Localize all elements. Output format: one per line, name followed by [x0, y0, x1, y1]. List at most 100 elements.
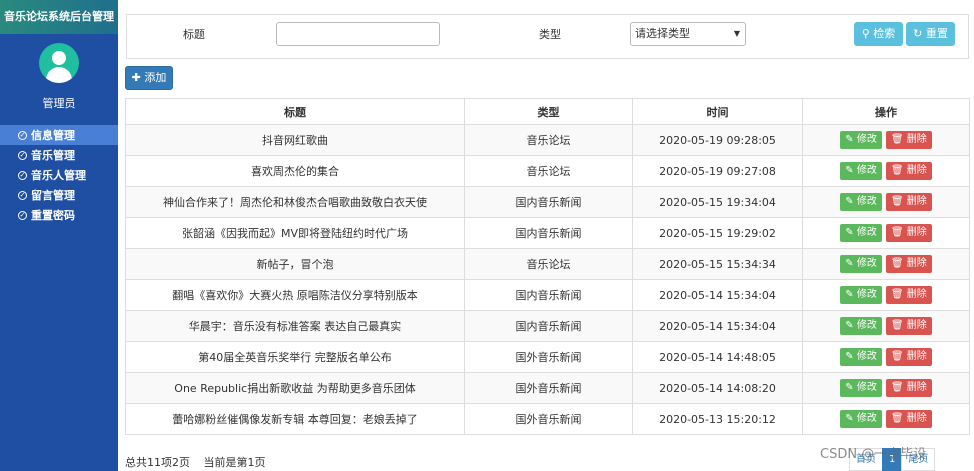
edit-button[interactable]: ✎ 修改: [840, 162, 882, 180]
cell-title: One Republic捐出新歌收益 为帮助更多音乐团体: [125, 372, 465, 404]
delete-button[interactable]: 🗑 删除: [885, 317, 932, 335]
title-search-input[interactable]: [276, 22, 440, 46]
check-circle-icon: ✓: [18, 210, 27, 220]
cell-time: 2020-05-19 09:27:08: [632, 155, 803, 187]
check-circle-icon: ✓: [18, 170, 27, 180]
cell-actions: ✎ 修改 🗑 删除: [802, 279, 970, 311]
cell-actions: ✎ 修改 🗑 删除: [802, 217, 970, 249]
table-row: 翻唱《喜欢你》大赛火热 原唱陈洁仪分享特别版本 国内音乐新闻 2020-05-14 …: [125, 279, 970, 311]
sidebar-item-info[interactable]: ✓ 信息管理: [0, 125, 118, 145]
sidebar-item-musician[interactable]: ✓ 音乐人管理: [0, 165, 118, 185]
sidebar-item-messages[interactable]: ✓ 留言管理: [0, 185, 118, 205]
edit-icon: ✎: [845, 196, 854, 207]
reset-button[interactable]: ↻ 重置: [906, 22, 955, 46]
edit-button-label: 修改: [856, 227, 877, 238]
page-1-button[interactable]: 1: [882, 448, 903, 471]
sidebar-item-label: 重置密码: [31, 209, 75, 222]
trash-icon: 🗑: [890, 196, 904, 207]
cell-type: 音乐论坛: [464, 155, 633, 187]
edit-button-label: 修改: [856, 134, 877, 145]
add-button[interactable]: ✚ 添加: [125, 66, 173, 90]
table-row: 新帖子，冒个泡 音乐论坛 2020-05-15 15:34:34 ✎ 修改 🗑 删除: [125, 248, 970, 280]
cell-actions: ✎ 修改 🗑 删除: [802, 341, 970, 373]
delete-button[interactable]: 🗑 删除: [885, 162, 932, 180]
cell-type: 音乐论坛: [464, 124, 633, 156]
column-header-title: 标题: [125, 98, 465, 125]
cell-actions: ✎ 修改 🗑 删除: [802, 310, 970, 342]
sidebar-item-label: 音乐人管理: [31, 169, 86, 182]
search-button-label: 检索: [873, 27, 896, 40]
cell-title: 新帖子，冒个泡: [125, 248, 465, 280]
edit-button[interactable]: ✎ 修改: [840, 317, 882, 335]
check-circle-icon: ✓: [18, 150, 27, 160]
edit-button[interactable]: ✎ 修改: [840, 193, 882, 211]
search-icon: ⚲: [861, 27, 870, 40]
table-row: One Republic捐出新歌收益 为帮助更多音乐团体 国外音乐新闻 2020-0…: [125, 372, 970, 404]
cell-time: 2020-05-14 15:34:04: [632, 310, 803, 342]
cell-time: 2020-05-15 19:29:02: [632, 217, 803, 249]
search-button[interactable]: ⚲ 检索: [854, 22, 903, 46]
sidebar-item-reset-password[interactable]: ✓ 重置密码: [0, 205, 118, 225]
trash-icon: 🗑: [890, 351, 904, 362]
cell-time: 2020-05-15 15:34:34: [632, 248, 803, 280]
search-panel: 标题 类型 请选择类型 ▼ ⚲ 检索 ↻ 重置: [126, 14, 969, 59]
column-header-time: 时间: [632, 98, 803, 125]
edit-button[interactable]: ✎ 修改: [840, 348, 882, 366]
table-header-row: 标题 类型 时间 操作: [125, 98, 970, 125]
trash-icon: 🗑: [890, 320, 904, 331]
delete-button-label: 删除: [906, 134, 927, 145]
cell-actions: ✎ 修改 🗑 删除: [802, 248, 970, 280]
type-select-value: 请选择类型: [635, 27, 690, 40]
delete-button-label: 删除: [906, 320, 927, 331]
cell-title: 华晨宇：音乐没有标准答案 表达自己最真实: [125, 310, 465, 342]
delete-button-label: 删除: [906, 258, 927, 269]
table-row: 抖音网红歌曲 音乐论坛 2020-05-19 09:28:05 ✎ 修改 🗑 删除: [125, 124, 970, 156]
type-select[interactable]: 请选择类型 ▼: [630, 22, 746, 46]
cell-time: 2020-05-13 15:20:12: [632, 403, 803, 435]
delete-button[interactable]: 🗑 删除: [885, 193, 932, 211]
delete-button[interactable]: 🗑 删除: [885, 255, 932, 273]
trash-icon: 🗑: [890, 289, 904, 300]
cell-actions: ✎ 修改 🗑 删除: [802, 155, 970, 187]
edit-button[interactable]: ✎ 修改: [840, 131, 882, 149]
cell-actions: ✎ 修改 🗑 删除: [802, 186, 970, 218]
admin-name: 管理员: [42, 97, 76, 110]
cell-title: 喜欢周杰伦的集合: [125, 155, 465, 187]
add-button-label: 添加: [144, 71, 167, 84]
table-row: 张韶涵《因我而起》MV即将登陆纽约时代广场 国内音乐新闻 2020-05-15 19…: [125, 217, 970, 249]
delete-button-label: 删除: [906, 382, 927, 393]
cell-type: 国内音乐新闻: [464, 186, 633, 218]
cell-title: 第40届全英音乐奖举行 完整版名单公布: [125, 341, 465, 373]
sidebar: 音乐论坛系统后台管理 管理员 ✓ 信息管理 ✓ 音乐管理 ✓ 音乐人管理 ✓ 留…: [0, 0, 118, 471]
edit-button[interactable]: ✎ 修改: [840, 379, 882, 397]
cell-type: 国外音乐新闻: [464, 403, 633, 435]
caret-down-icon: ▼: [733, 29, 740, 38]
delete-button[interactable]: 🗑 删除: [885, 131, 932, 149]
edit-icon: ✎: [845, 258, 854, 269]
pagination-info: 总共11项2页 当前是第1页: [125, 454, 266, 470]
cell-title: 翻唱《喜欢你》大赛火热 原唱陈洁仪分享特别版本: [125, 279, 465, 311]
info-table: 标题 类型 时间 操作 抖音网红歌曲 音乐论坛 2020-05-19 09:28:0…: [125, 98, 970, 435]
edit-button[interactable]: ✎ 修改: [840, 255, 882, 273]
delete-button[interactable]: 🗑 删除: [885, 224, 932, 242]
edit-icon: ✎: [845, 165, 854, 176]
first-page-button[interactable]: 首页: [849, 448, 883, 471]
delete-button[interactable]: 🗑 删除: [885, 410, 932, 428]
delete-button[interactable]: 🗑 删除: [885, 348, 932, 366]
type-filter-label: 类型: [539, 28, 561, 41]
last-page-button[interactable]: 尾页: [901, 448, 936, 471]
check-circle-icon: ✓: [18, 130, 27, 140]
cell-time: 2020-05-19 09:28:05: [632, 124, 803, 156]
cell-type: 音乐论坛: [464, 248, 633, 280]
edit-button[interactable]: ✎ 修改: [840, 410, 882, 428]
edit-button[interactable]: ✎ 修改: [840, 286, 882, 304]
delete-button[interactable]: 🗑 删除: [885, 379, 932, 397]
app-title: 音乐论坛系统后台管理: [0, 0, 118, 34]
sidebar-item-music[interactable]: ✓ 音乐管理: [0, 145, 118, 165]
table-body: 抖音网红歌曲 音乐论坛 2020-05-19 09:28:05 ✎ 修改 🗑 删除 喜欢周…: [125, 124, 970, 435]
avatar: [39, 43, 79, 83]
delete-button[interactable]: 🗑 删除: [885, 286, 932, 304]
edit-button[interactable]: ✎ 修改: [840, 224, 882, 242]
cell-type: 国内音乐新闻: [464, 310, 633, 342]
refresh-icon: ↻: [913, 27, 923, 40]
